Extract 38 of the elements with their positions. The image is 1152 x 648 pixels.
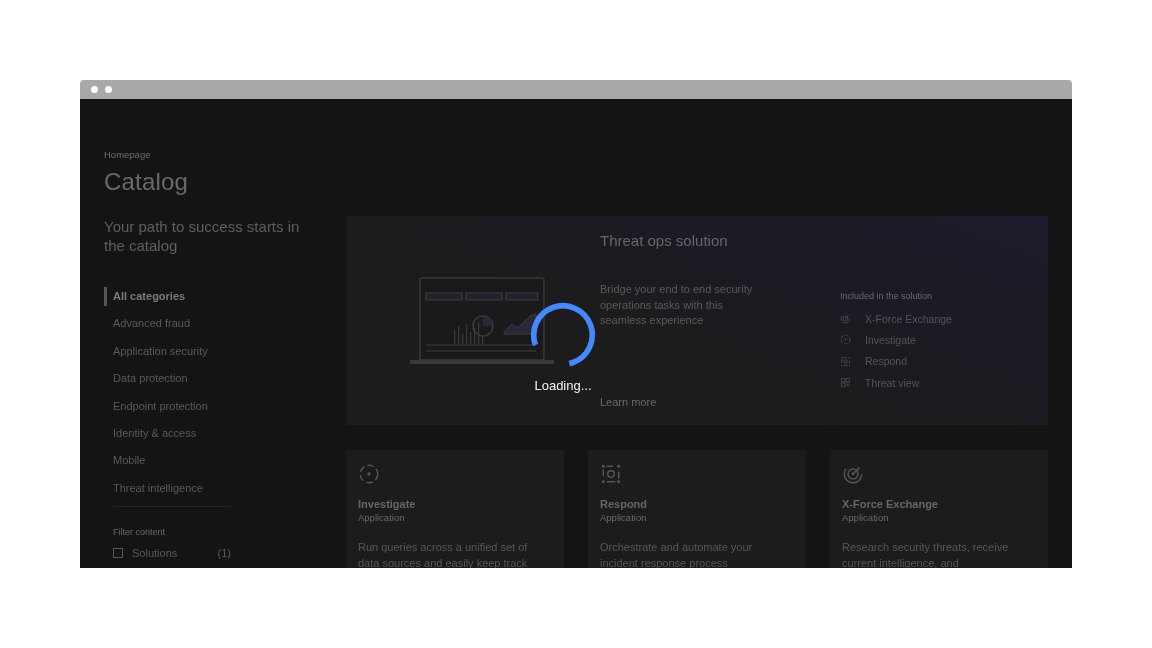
included-item: Threat view (865, 376, 920, 389)
page-title: Catalog (104, 168, 190, 196)
grid-icon (840, 377, 851, 389)
card-type: Application (842, 512, 890, 523)
card-type: Application (358, 512, 406, 523)
category-item[interactable]: Data protection (104, 369, 188, 389)
filter-heading: Filter content (113, 527, 166, 538)
radar-icon (840, 313, 851, 325)
solution-title: Threat ops solution (600, 232, 729, 249)
window-dot[interactable] (105, 86, 112, 93)
included-heading: Included in the solution (840, 291, 933, 301)
included-item: X-Force Exchange (865, 312, 952, 325)
filter-label: Solutions (132, 547, 179, 560)
category-item[interactable]: Application security (104, 341, 208, 361)
category-item[interactable]: Advanced fraud (104, 314, 191, 334)
nodes-icon (600, 463, 622, 485)
card-title: Respond (600, 498, 649, 510)
card-title: X-Force Exchange (842, 498, 939, 510)
category-item[interactable]: Mobile (104, 451, 146, 471)
card-type: Application (600, 512, 648, 523)
filter-count: (1) (217, 547, 231, 560)
subtitle: Your path to success starts in the catalog (104, 217, 301, 255)
loading-spinner (529, 301, 597, 369)
category-item[interactable]: Identity & access (104, 423, 197, 443)
nodes-icon (840, 355, 851, 367)
category-item[interactable]: All categories (104, 287, 186, 306)
card-title: Investigate (358, 498, 417, 510)
target-icon (358, 463, 380, 485)
included-item: Investigate (865, 333, 916, 346)
loading-label: Loading... (534, 378, 592, 393)
checkbox[interactable] (113, 548, 123, 559)
learn-more-link[interactable]: Learn more (600, 396, 657, 408)
breadcrumb-link[interactable]: Homepage (104, 149, 151, 160)
category-item[interactable]: Threat intelligence (104, 478, 203, 498)
target-icon (840, 334, 851, 346)
category-item[interactable]: Endpoint protection (104, 396, 208, 416)
included-item: Respond (865, 355, 908, 368)
window-dot[interactable] (91, 86, 98, 93)
